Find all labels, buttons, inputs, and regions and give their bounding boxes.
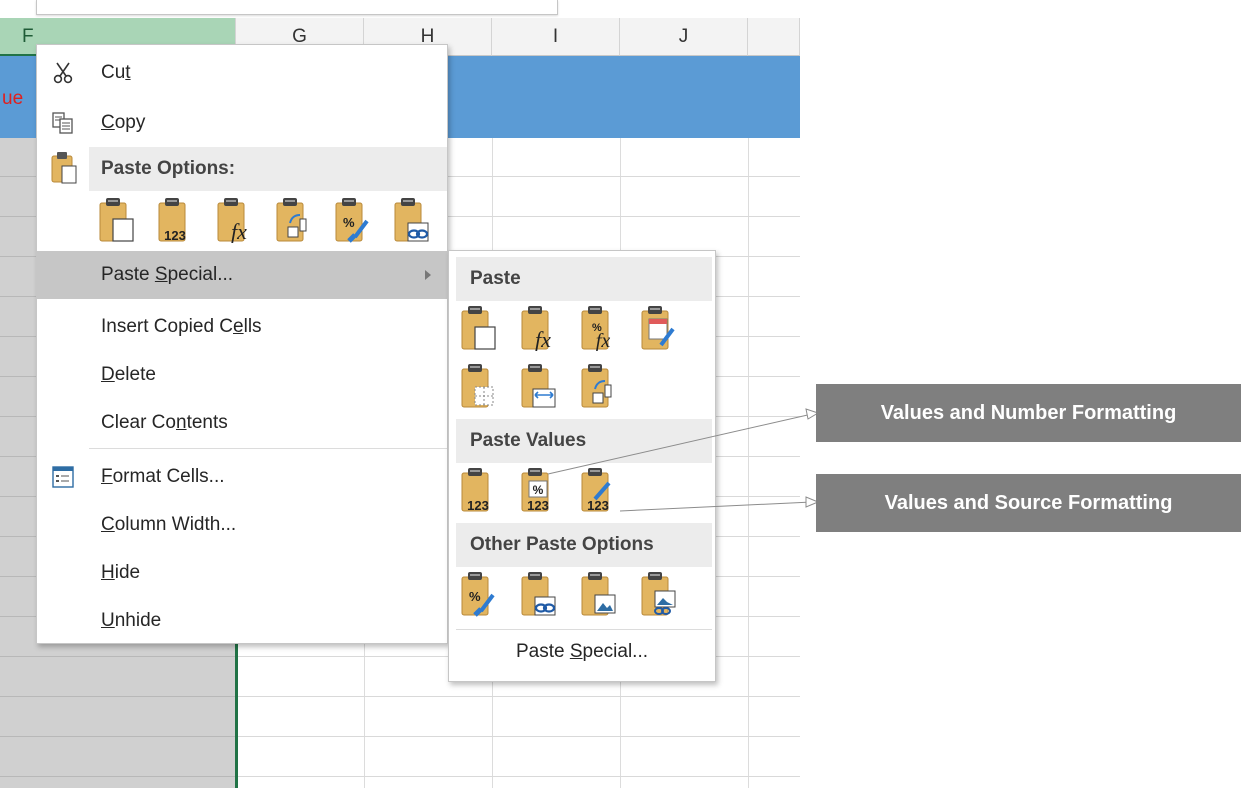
callout-label: Values and Number Formatting [880, 402, 1177, 424]
menu-item-cut[interactable]: Cut [37, 49, 447, 97]
paste-options-row: 123 fx% [97, 197, 447, 249]
svg-text:fx: fx [596, 330, 611, 351]
menu-item-label: Insert Copied Cells [101, 316, 262, 337]
paste-special-submenu: Paste fx% fx Paste Values 123% 123 123 Othe… [448, 250, 716, 682]
column-header-k[interactable] [748, 18, 800, 56]
paste-values-section-header: Paste Values [456, 419, 712, 463]
menu-item-copy[interactable]: Copy [37, 99, 447, 147]
menu-item-insert-copied-cells[interactable]: Insert Copied Cells [37, 303, 447, 351]
paste-values-icon[interactable]: 123 [156, 197, 194, 243]
grid-line [0, 736, 236, 737]
paste-special-dialog-link[interactable]: Paste Special... [449, 641, 715, 663]
column-header-label: J [678, 26, 689, 47]
section-header-label: Other Paste Options [470, 534, 654, 555]
svg-text:%: % [343, 215, 355, 230]
paste-icon [51, 152, 77, 184]
svg-text:fx: fx [535, 327, 551, 351]
format-cells-icon [52, 466, 74, 488]
menu-separator [456, 629, 712, 630]
paste-values-icons-row: 123% 123 123 [459, 467, 709, 519]
column-header-i[interactable]: I [492, 18, 620, 56]
other-paste-options-header: Other Paste Options [456, 523, 712, 567]
column-header-j[interactable]: J [620, 18, 748, 56]
column-header-label: I [552, 26, 559, 47]
menu-item-label: Format Cells... [101, 466, 225, 487]
column-header-label: F [22, 26, 34, 47]
menu-item-label: Unhide [101, 610, 162, 631]
values-icon[interactable]: 123 [459, 467, 497, 513]
paste-formulas-icon[interactable]: fx [215, 197, 253, 244]
paste-transpose-icon[interactable] [274, 197, 312, 243]
callout-values-number-formatting: Values and Number Formatting [816, 384, 1241, 442]
paste-linked-picture-icon[interactable] [639, 571, 677, 617]
section-header-label: Paste [470, 268, 521, 289]
menu-item-label: Hide [101, 562, 141, 583]
values-number-formatting-icon[interactable]: % 123 [519, 467, 557, 513]
svg-text:fx: fx [231, 219, 247, 243]
values-source-formatting-icon[interactable]: 123 [579, 467, 617, 513]
paste-section-header: Paste [456, 257, 712, 301]
menu-item-unhide[interactable]: Unhide [37, 597, 447, 645]
menu-separator [89, 448, 447, 449]
paste-formulas-number-formatting-icon[interactable]: % fx [579, 305, 617, 352]
paste-picture-icon[interactable] [579, 571, 617, 617]
menu-item-paste-special[interactable]: Paste Special... [37, 251, 447, 299]
menu-item-label: Paste Special... [101, 264, 234, 285]
other-paste-icons-row: % [459, 571, 709, 623]
formula-bar-box[interactable] [36, 0, 558, 15]
paste-keep-column-widths-icon[interactable] [519, 363, 557, 409]
context-menu: Cut Copy Paste Options: 123 fx% Paste Spe… [36, 44, 448, 644]
menu-item-label: Delete [101, 364, 156, 385]
section-header-label: Paste Values [470, 430, 587, 451]
grid-line [0, 776, 236, 777]
menu-item-label: Cut [101, 62, 131, 83]
paste-icon[interactable] [97, 197, 135, 243]
svg-text:%: % [533, 483, 544, 497]
menu-item-clear-contents[interactable]: Clear Contents [37, 399, 447, 447]
paste-link-icon[interactable] [392, 197, 430, 243]
grid-line [0, 696, 236, 697]
menu-item-delete[interactable]: Delete [37, 351, 447, 399]
menu-item-label: Clear Contents [101, 412, 228, 433]
paste-icon[interactable] [459, 305, 497, 351]
paste-transpose-icon[interactable] [579, 363, 617, 409]
svg-text:123: 123 [467, 498, 489, 513]
submenu-arrow-icon [425, 270, 431, 280]
section-header-label: Paste Options: [101, 158, 236, 179]
paste-formulas-icon[interactable]: fx [519, 305, 557, 352]
paste-icons-grid: fx% fx [459, 305, 709, 417]
menu-item-column-width[interactable]: Column Width... [37, 501, 447, 549]
menu-item-label: Copy [101, 112, 146, 133]
callout-values-source-formatting: Values and Source Formatting [816, 474, 1241, 532]
paste-options-header: Paste Options: [89, 147, 447, 191]
svg-text:123: 123 [527, 498, 549, 513]
grid-line [0, 656, 236, 657]
svg-text:%: % [469, 589, 481, 604]
copy-icon [52, 112, 73, 134]
callout-label: Values and Source Formatting [884, 492, 1173, 514]
grid-line [748, 138, 749, 788]
paste-link-icon[interactable] [519, 571, 557, 617]
svg-text:123: 123 [587, 498, 609, 513]
paste-formatting-icon[interactable]: % [459, 571, 497, 617]
header-cell-text: ue [2, 88, 24, 109]
paste-formatting-icon[interactable]: % [333, 197, 371, 243]
menu-item-hide[interactable]: Hide [37, 549, 447, 597]
scissors-icon [53, 62, 73, 84]
svg-text:123: 123 [164, 228, 186, 243]
paste-no-borders-icon[interactable] [459, 363, 497, 409]
menu-item-format-cells[interactable]: Format Cells... [37, 453, 447, 501]
paste-keep-source-formatting-icon[interactable] [639, 305, 677, 351]
menu-item-label: Column Width... [101, 514, 237, 535]
